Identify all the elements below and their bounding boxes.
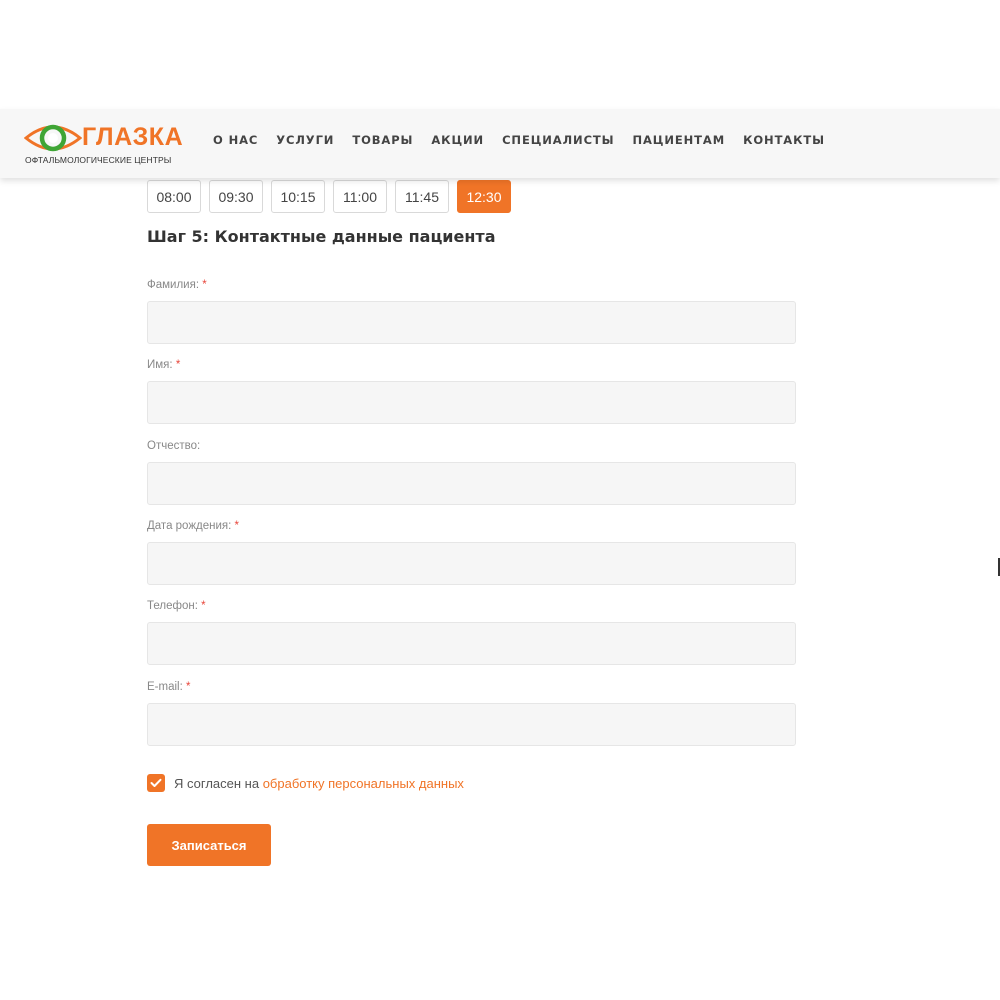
nav-item-promotions[interactable]: АКЦИИ [431,133,484,147]
first-name-input[interactable] [147,381,796,424]
time-slot-selected[interactable]: 12:30 [457,180,511,213]
required-mark: * [175,359,181,371]
required-mark: * [202,279,207,291]
time-slot[interactable]: 10:15 [271,180,325,213]
phone-field: Телефон: * [147,600,796,665]
site-header: ГЛАЗКА ОФТАЛЬМОЛОГИЧЕСКИЕ ЦЕНТРЫ О НАС У… [0,109,1000,178]
nav-item-specialists[interactable]: СПЕЦИАЛИСТЫ [502,133,614,147]
nav-item-about[interactable]: О НАС [213,133,258,147]
nav-item-services[interactable]: УСЛУГИ [276,133,334,147]
consent-label: Я согласен на [174,775,260,791]
time-slot[interactable]: 11:00 [333,180,387,213]
step-title: Шаг 5: Контактные данные пациента [147,227,496,246]
checkmark-icon [150,778,162,787]
field-label: Дата рождения: [147,520,232,532]
patronymic-field: Отчество: [147,440,796,505]
phone-input[interactable] [147,622,796,665]
submit-button[interactable]: Записаться [147,824,271,866]
email-field: E-mail: * [147,681,796,746]
birth-date-field: Дата рождения: * [147,520,796,585]
consent-row: Я согласен на обработку персональных дан… [147,774,464,792]
personal-data-link[interactable]: обработку персональных данных [263,776,464,791]
last-name-field: Фамилия: * [147,279,796,344]
email-input[interactable] [147,703,796,746]
logo-name: ГЛАЗКА [82,123,184,151]
field-label: Отчество: [147,440,201,452]
nav-item-products[interactable]: ТОВАРЫ [352,133,413,147]
logo-subtitle: ОФТАЛЬМОЛОГИЧЕСКИЕ ЦЕНТРЫ [25,155,172,165]
field-label: Телефон: [147,600,198,612]
time-slot[interactable]: 11:45 [395,180,449,213]
eye-logo-icon [24,124,82,152]
required-mark: * [201,600,206,612]
field-label: E-mail: [147,681,183,693]
field-label: Фамилия: [147,279,200,291]
nav-item-contacts[interactable]: КОНТАКТЫ [743,133,825,147]
consent-checkbox[interactable] [147,774,165,792]
patronymic-input[interactable] [147,462,796,505]
required-mark: * [185,681,191,693]
required-mark: * [234,520,240,532]
last-name-input[interactable] [147,301,796,344]
time-slot-list: 08:00 09:30 10:15 11:00 11:45 12:30 [147,180,519,213]
field-label: Имя: [147,359,173,371]
time-slot[interactable]: 09:30 [209,180,263,213]
main-nav: О НАС УСЛУГИ ТОВАРЫ АКЦИИ СПЕЦИАЛИСТЫ ПА… [213,133,843,147]
time-slot[interactable]: 08:00 [147,180,201,213]
first-name-field: Имя: * [147,359,796,424]
birth-date-input[interactable] [147,542,796,585]
logo[interactable]: ГЛАЗКА ОФТАЛЬМОЛОГИЧЕСКИЕ ЦЕНТРЫ [24,119,183,169]
nav-item-patients[interactable]: ПАЦИЕНТАМ [632,133,725,147]
